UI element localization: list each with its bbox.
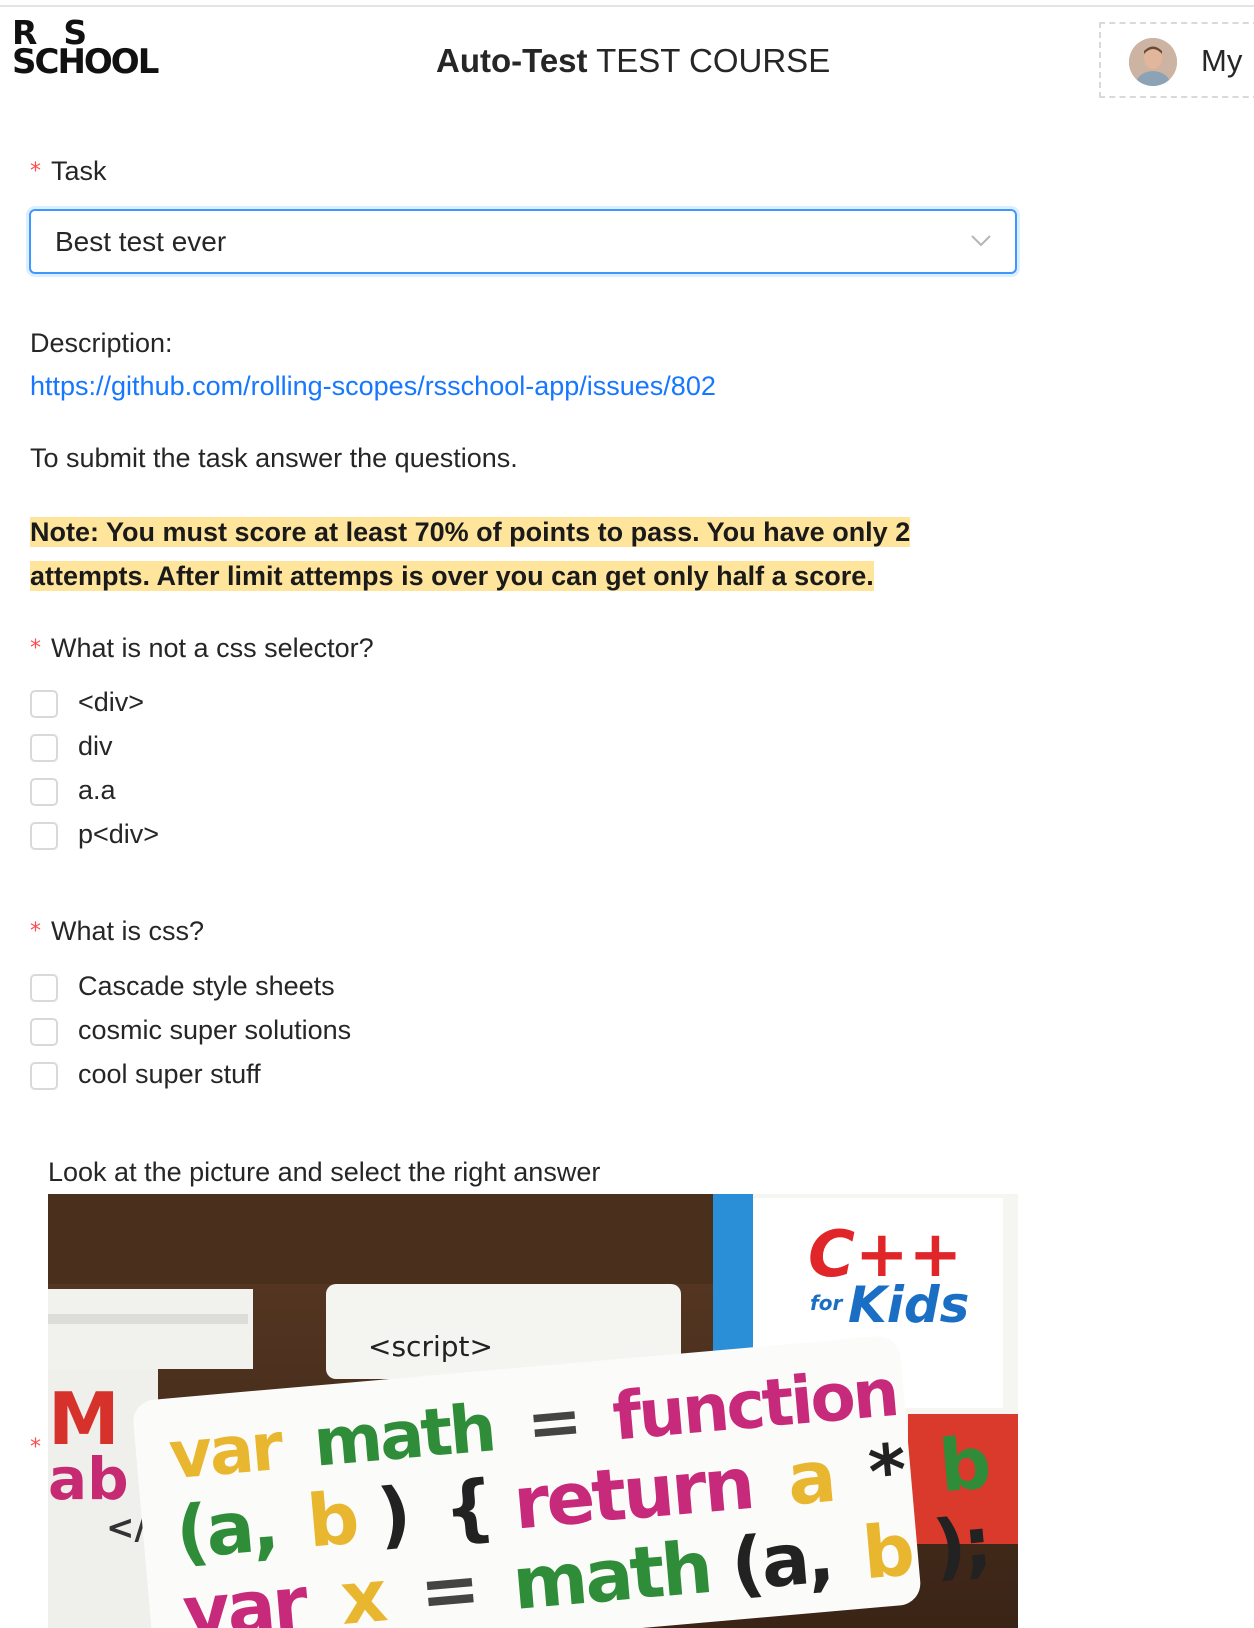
question-1-text: What is not a css selector? (51, 633, 374, 663)
checkbox[interactable] (30, 734, 58, 762)
checkbox[interactable] (30, 974, 58, 1002)
option-label: a.a (78, 775, 116, 805)
task-select-value: Best test ever (55, 226, 227, 257)
option-label: cool super stuff (78, 1059, 261, 1089)
required-mark: * (30, 1435, 41, 1460)
image-cpp-for: for (810, 1291, 843, 1315)
question-3-image: <script> C++ for Kids M ab </ var math =… (48, 1194, 1018, 1628)
browser-top-border (0, 0, 1254, 7)
checkbox[interactable] (30, 1018, 58, 1046)
image-code-token: b (936, 1420, 992, 1508)
image-code-token: = (416, 1545, 480, 1628)
image-code-token: b (304, 1476, 360, 1564)
page-title-bold: Auto-Test (436, 42, 588, 79)
option-label: <div> (78, 687, 145, 717)
rs-school-logo[interactable]: RS SCHOOL (12, 16, 159, 82)
note-text: Note: You must score at least 70% of poi… (30, 510, 990, 598)
image-code-token: b (859, 1507, 915, 1595)
task-label-text: Task (51, 156, 107, 186)
image-code-token: * (865, 1428, 909, 1515)
note-highlight: Note: You must score at least 70% of poi… (30, 517, 911, 591)
page-title-course: TEST COURSE (596, 42, 831, 79)
profile-label: My (1201, 43, 1243, 78)
chevron-down-icon (971, 235, 991, 247)
image-code-token: ); (930, 1501, 993, 1590)
logo-school-text: SCHOOL (12, 42, 159, 82)
task-select[interactable]: Best test ever (29, 209, 1017, 274)
avatar (1129, 38, 1177, 86)
option-label: cosmic super solutions (78, 1015, 352, 1045)
image-left-tag: </ (106, 1508, 147, 1548)
intro-text: To submit the task answer the questions. (30, 443, 518, 473)
option-label: Cascade style sheets (78, 971, 335, 1001)
image-script-tag: <script> (368, 1330, 493, 1363)
image-code-token: var (179, 1560, 311, 1628)
option-label: div (78, 731, 113, 761)
required-mark: * (30, 919, 41, 944)
image-code-token: a (784, 1434, 837, 1522)
description-label: Description: (30, 328, 173, 358)
description-link[interactable]: https://github.com/rolling-scopes/rsscho… (30, 371, 716, 402)
image-code-token: ) (374, 1471, 411, 1557)
required-mark: * (30, 636, 41, 661)
task-field-label: * Task (30, 156, 107, 187)
image-code-token: (a, (728, 1514, 835, 1606)
image-code-token: var (166, 1408, 287, 1495)
image-code-token: { (440, 1464, 495, 1552)
question-1-label: * What is not a css selector? (30, 633, 374, 664)
image-code-token: (a, (173, 1483, 280, 1575)
image-cpp-kids: Kids (848, 1276, 969, 1334)
question-3-text: Look at the picture and select the right… (48, 1157, 601, 1187)
image-code-token: math (509, 1525, 713, 1626)
image-code-token: x (337, 1553, 390, 1628)
page-title: Auto-Test TEST COURSE (436, 42, 830, 80)
image-left-ab: ab (48, 1445, 129, 1513)
checkbox[interactable] (30, 778, 58, 806)
image-code-token: = (524, 1382, 583, 1463)
question-2-label: * What is css? (30, 916, 204, 947)
profile-button[interactable]: My (1099, 22, 1254, 98)
checkbox[interactable] (30, 690, 58, 718)
option-label: p<div> (78, 819, 160, 849)
question-2-text: What is css? (51, 916, 205, 946)
required-mark: * (30, 159, 41, 184)
checkbox[interactable] (30, 1062, 58, 1090)
checkbox[interactable] (30, 822, 58, 850)
